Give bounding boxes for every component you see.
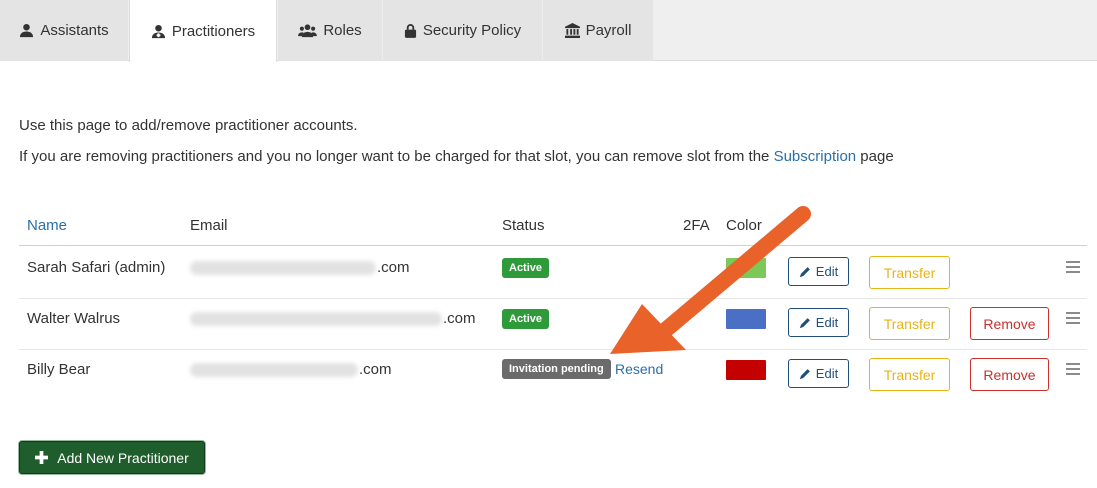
column-header-2fa: 2FA xyxy=(683,217,710,234)
tab-label: Security Policy xyxy=(422,22,522,39)
column-header-name[interactable]: Name xyxy=(27,217,67,234)
row-divider xyxy=(19,349,1087,350)
column-header-email: Email xyxy=(190,217,228,234)
row-divider xyxy=(19,298,1087,299)
transfer-button[interactable]: Transfer xyxy=(869,358,950,391)
pencil-icon xyxy=(799,317,810,328)
status-badge: Invitation pending xyxy=(502,359,611,379)
tab-label: Practitioners xyxy=(171,22,256,40)
edit-button[interactable]: Edit xyxy=(788,308,849,337)
add-new-practitioner-button[interactable]: Add New Practitioner xyxy=(19,441,205,474)
users-icon xyxy=(298,24,318,38)
practitioner-name: Billy Bear xyxy=(27,361,91,378)
bank-icon xyxy=(564,23,580,38)
tab-label: Roles xyxy=(323,22,362,39)
subscription-link[interactable]: Subscription xyxy=(774,148,857,165)
color-swatch[interactable] xyxy=(726,360,766,380)
subscription-note-prefix: If you are removing practitioners and yo… xyxy=(19,148,770,165)
intro-text: Use this page to add/remove practitioner… xyxy=(19,117,358,134)
lock-icon xyxy=(404,24,416,38)
color-swatch[interactable] xyxy=(726,258,766,278)
tab-bar: Assistants Practitioners Roles Security … xyxy=(0,0,1097,62)
email-suffix: .com xyxy=(359,361,392,378)
tab-security-policy[interactable]: Security Policy xyxy=(383,0,542,61)
transfer-button[interactable]: Transfer xyxy=(869,307,950,340)
edit-label: Edit xyxy=(815,315,839,330)
practitioner-email: .com xyxy=(190,361,392,378)
user-doctor-icon xyxy=(151,24,165,38)
subscription-note: If you are removing practitioners and yo… xyxy=(19,148,894,165)
practitioner-name: Walter Walrus xyxy=(27,310,121,327)
practitioner-name: Sarah Safari (admin) xyxy=(27,259,166,276)
add-button-label: Add New Practitioner xyxy=(57,449,189,466)
status-badge: Active xyxy=(502,309,550,329)
pencil-icon xyxy=(799,368,810,379)
table-header-divider xyxy=(19,245,1087,246)
tab-assistants[interactable]: Assistants xyxy=(0,0,128,61)
edit-label: Edit xyxy=(815,264,839,279)
tab-roles[interactable]: Roles xyxy=(278,0,382,61)
email-suffix: .com xyxy=(377,259,410,276)
practitioner-email: .com xyxy=(190,310,476,327)
status-badge: Active xyxy=(502,258,550,278)
drag-handle-icon[interactable] xyxy=(1066,261,1080,273)
tab-label: Payroll xyxy=(585,22,632,39)
user-icon xyxy=(20,23,34,38)
edit-button[interactable]: Edit xyxy=(788,257,849,286)
pencil-icon xyxy=(799,266,810,277)
plus-icon xyxy=(35,451,49,464)
transfer-button[interactable]: Transfer xyxy=(869,256,950,289)
email-suffix: .com xyxy=(443,310,476,327)
remove-button[interactable]: Remove xyxy=(970,307,1049,340)
practitioner-email: .com xyxy=(190,259,410,276)
edit-button[interactable]: Edit xyxy=(788,359,849,388)
drag-handle-icon[interactable] xyxy=(1066,312,1080,324)
remove-button[interactable]: Remove xyxy=(970,358,1049,391)
resend-invitation-link[interactable]: Resend xyxy=(615,361,663,377)
redacted-email xyxy=(190,312,442,327)
drag-handle-icon[interactable] xyxy=(1066,363,1080,375)
edit-label: Edit xyxy=(815,366,839,381)
color-swatch[interactable] xyxy=(726,309,766,329)
tab-payroll[interactable]: Payroll xyxy=(543,0,653,61)
column-header-status: Status xyxy=(502,217,545,234)
tab-label: Assistants xyxy=(40,22,109,39)
redacted-email xyxy=(190,261,376,276)
column-header-color: Color xyxy=(726,217,762,234)
subscription-note-suffix: page xyxy=(860,148,894,165)
redacted-email xyxy=(190,363,358,378)
tab-practitioners[interactable]: Practitioners xyxy=(129,0,277,62)
